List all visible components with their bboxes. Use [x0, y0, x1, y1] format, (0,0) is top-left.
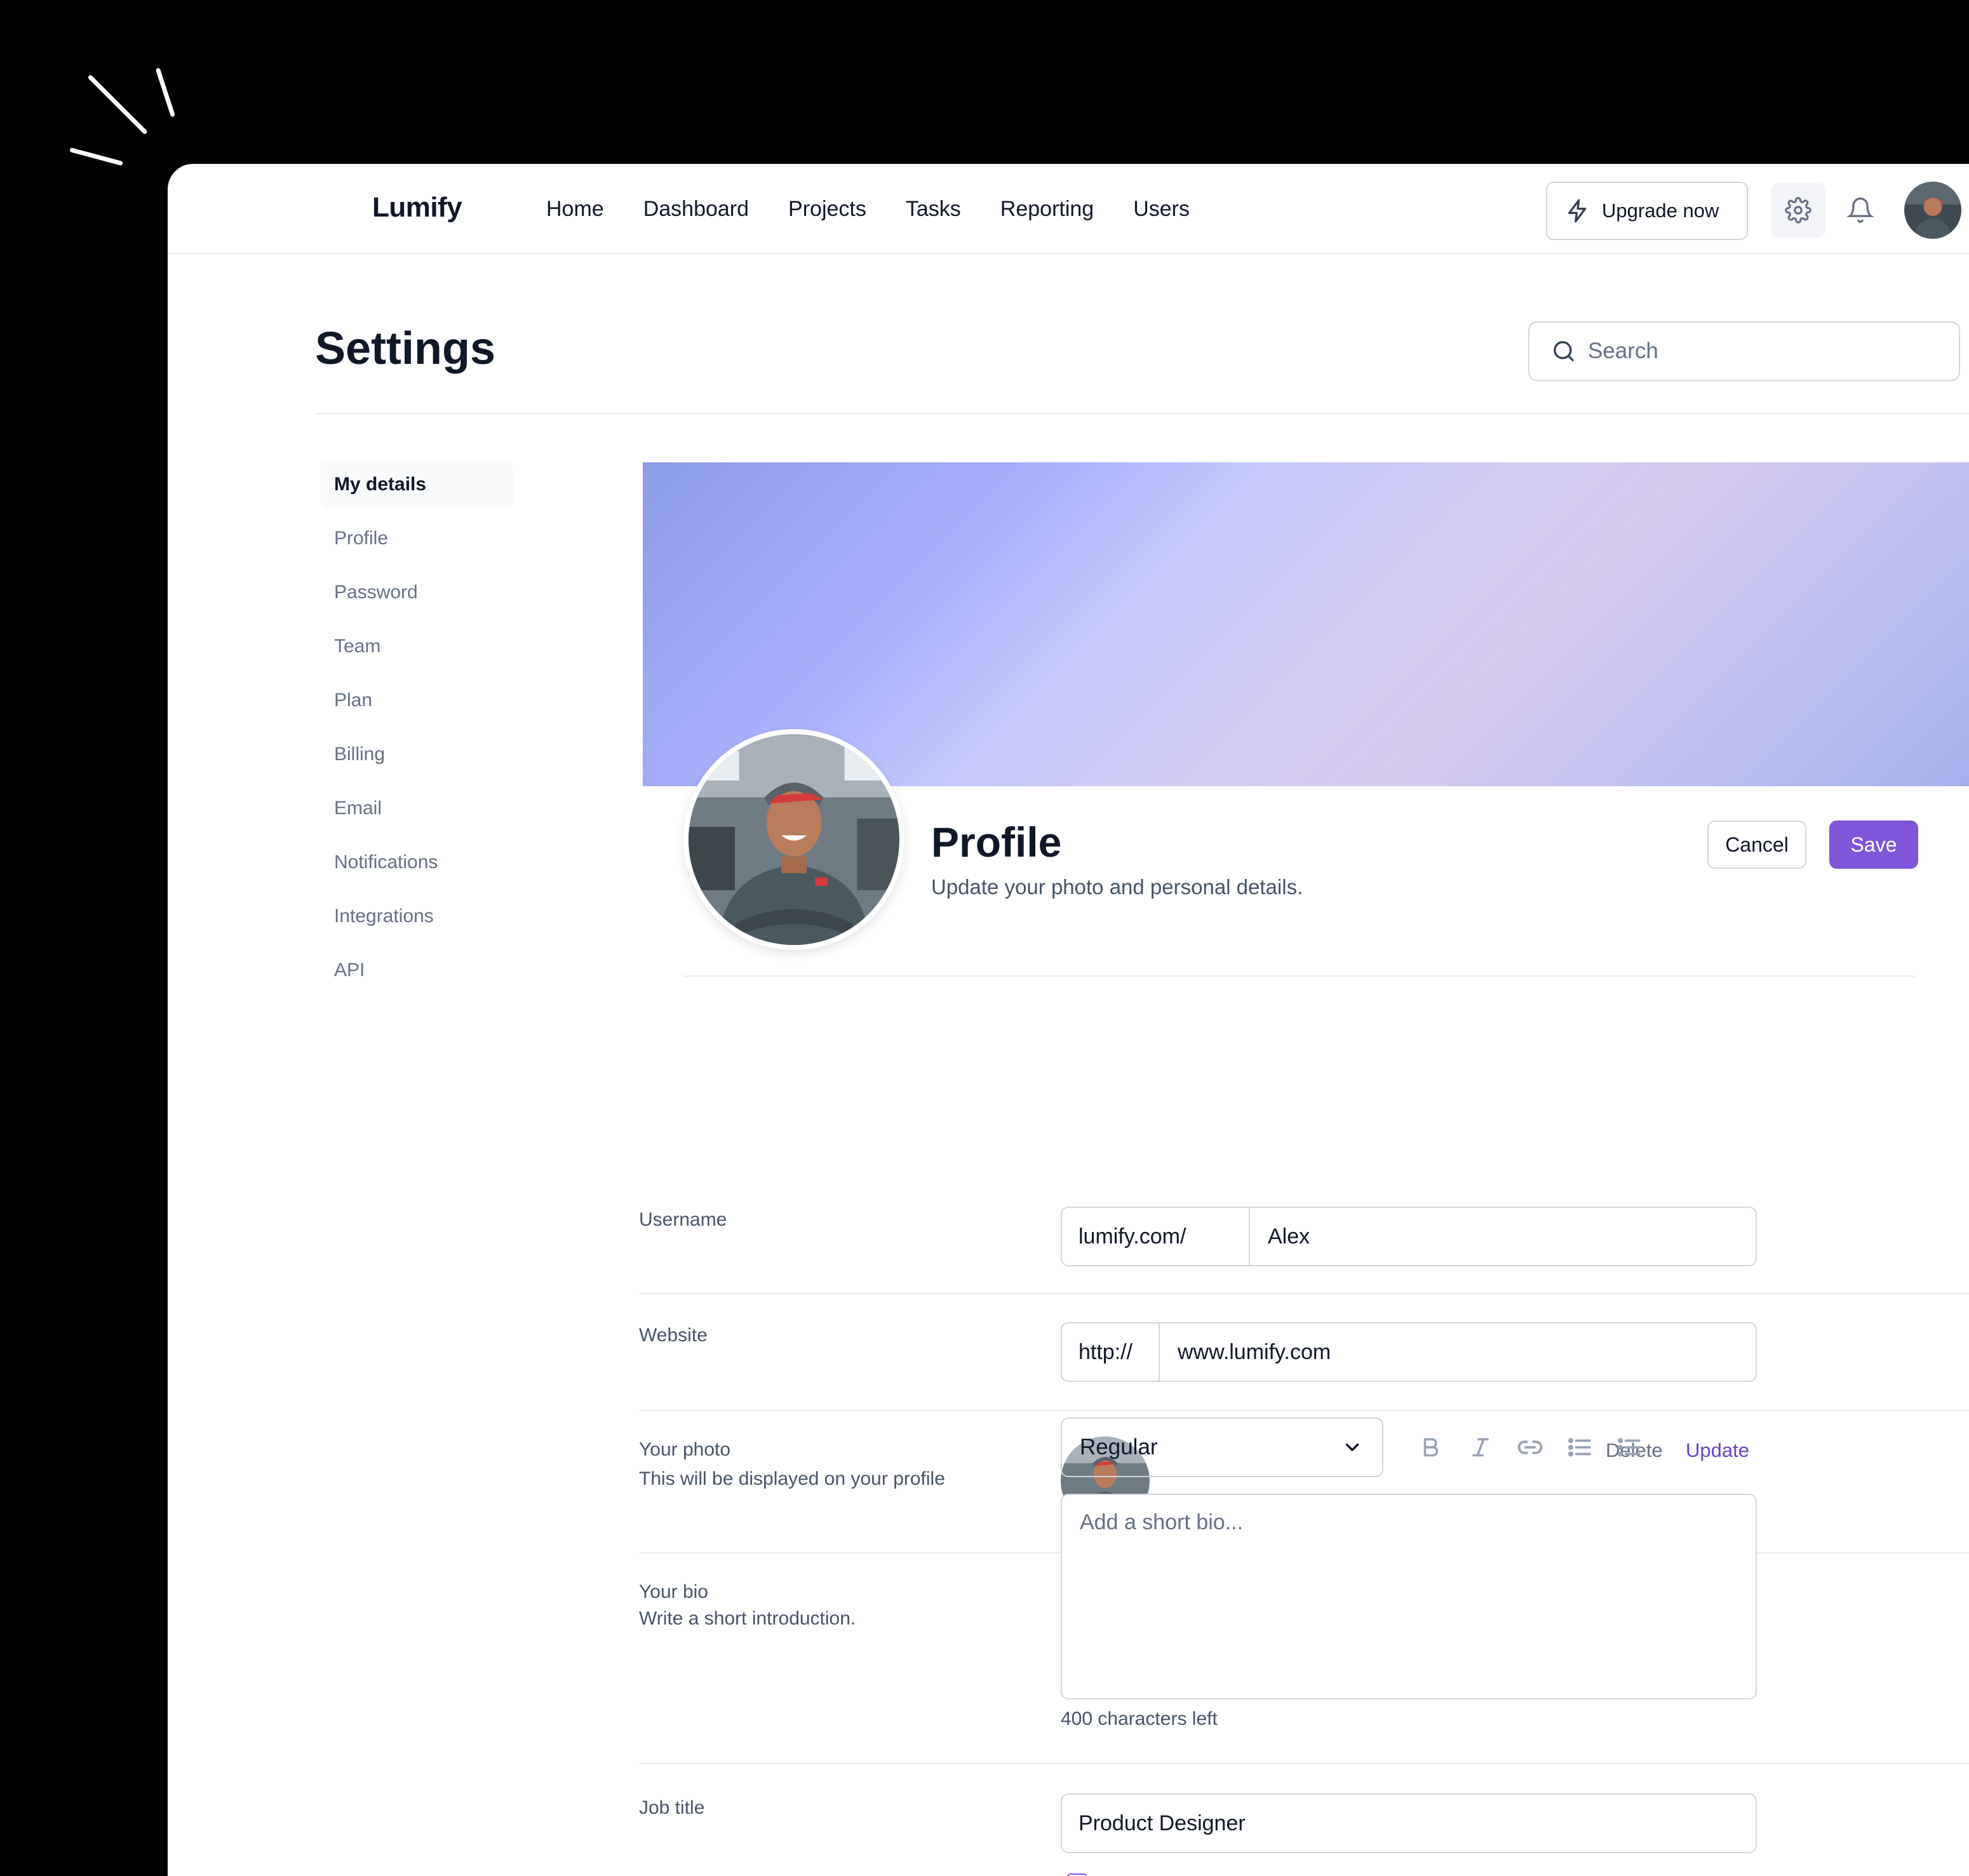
- decorative-spark: [87, 74, 148, 135]
- settings-button[interactable]: [1771, 183, 1825, 238]
- nav-item-reporting[interactable]: Reporting: [1000, 197, 1094, 222]
- app-logo[interactable]: Lumify: [372, 192, 462, 224]
- website-label: Website: [639, 1325, 708, 1346]
- profile-portrait-icon: [689, 734, 899, 945]
- save-button[interactable]: Save: [1829, 821, 1918, 869]
- profile-heading: Profile: [931, 819, 1062, 866]
- page-title: Settings: [315, 323, 496, 374]
- job-title-label: Job title: [639, 1797, 705, 1818]
- profile-cover-image: [643, 462, 1969, 786]
- job-title-field: [1061, 1793, 1757, 1853]
- bio-char-counter: 400 characters left: [1061, 1708, 1218, 1729]
- username-prefix: lumify.com/: [1062, 1208, 1250, 1265]
- sidebar-item-password[interactable]: Password: [320, 569, 513, 616]
- sidebar-item-my-details[interactable]: My details: [320, 461, 513, 508]
- job-title-input[interactable]: [1062, 1795, 1756, 1852]
- upgrade-label: Upgrade now: [1602, 199, 1719, 222]
- top-navigation-bar: Lumify Home Dashboard Projects Tasks Rep…: [168, 164, 1969, 254]
- profile-divider: [683, 975, 1916, 977]
- bio-label: Your bio: [639, 1581, 708, 1602]
- bio-textarea[interactable]: [1061, 1494, 1757, 1699]
- search-icon: [1554, 341, 1574, 361]
- numbered-list-button[interactable]: [1604, 1428, 1654, 1467]
- text-style-value: Regular: [1080, 1435, 1158, 1459]
- link-button[interactable]: [1505, 1428, 1555, 1467]
- bullet-list-icon: [1568, 1438, 1591, 1457]
- gear-icon: [1785, 197, 1811, 224]
- sidebar-item-notifications[interactable]: Notifications: [320, 839, 513, 886]
- app-window: Lumify Home Dashboard Projects Tasks Rep…: [168, 164, 1969, 1876]
- website-field: http://: [1061, 1322, 1757, 1382]
- link-icon: [1517, 1440, 1543, 1454]
- sidebar-item-billing[interactable]: Billing: [320, 731, 513, 778]
- cancel-button[interactable]: Cancel: [1707, 821, 1806, 869]
- profile-photo[interactable]: [683, 729, 904, 950]
- search-box[interactable]: [1528, 321, 1960, 381]
- avatar-portrait-icon: [1904, 182, 1961, 239]
- row-divider: [639, 1293, 1969, 1294]
- bio-format-toolbar: [1406, 1428, 1654, 1467]
- upgrade-button[interactable]: Upgrade now: [1546, 182, 1748, 240]
- numbered-list-icon: [1617, 1438, 1641, 1457]
- bell-icon: [1846, 198, 1874, 223]
- settings-sidebar: My details Profile Password Team Plan Bi…: [320, 461, 513, 1001]
- profile-subtitle: Update your photo and personal details.: [931, 875, 1303, 899]
- decorative-spark: [155, 67, 176, 117]
- photo-label: Your photo: [639, 1439, 731, 1460]
- nav-item-dashboard[interactable]: Dashboard: [643, 197, 749, 222]
- bio-hint: Write a short introduction.: [639, 1608, 856, 1629]
- username-field: lumify.com/: [1061, 1207, 1757, 1266]
- username-input[interactable]: [1250, 1208, 1756, 1265]
- photo-hint: This will be displayed on your profile: [639, 1468, 945, 1489]
- nav-item-users[interactable]: Users: [1133, 197, 1190, 222]
- sidebar-item-profile[interactable]: Profile: [320, 515, 513, 562]
- main-nav: Home Dashboard Projects Tasks Reporting …: [546, 197, 1229, 222]
- italic-button[interactable]: [1456, 1428, 1505, 1467]
- nav-item-home[interactable]: Home: [546, 197, 604, 222]
- website-input[interactable]: [1160, 1323, 1756, 1381]
- search-input[interactable]: [1588, 338, 1944, 364]
- notifications-button[interactable]: [1838, 188, 1883, 232]
- lightning-icon: [1568, 199, 1587, 223]
- bold-icon: [1423, 1438, 1439, 1457]
- bold-button[interactable]: [1406, 1428, 1456, 1467]
- sidebar-item-email[interactable]: Email: [320, 785, 513, 832]
- sidebar-item-plan[interactable]: Plan: [320, 677, 513, 724]
- decorative-spark: [69, 147, 123, 166]
- row-divider: [639, 1763, 1969, 1764]
- text-style-select[interactable]: Regular: [1061, 1417, 1383, 1477]
- sidebar-item-team[interactable]: Team: [320, 623, 513, 670]
- update-photo-link[interactable]: Update: [1686, 1439, 1749, 1462]
- user-avatar[interactable]: [1904, 182, 1961, 239]
- chevron-down-icon: [1345, 1444, 1359, 1451]
- italic-icon: [1472, 1438, 1489, 1457]
- checkbox[interactable]: [1067, 1873, 1087, 1876]
- header-divider: [315, 413, 1969, 414]
- photo-thumbnail: [1061, 1273, 1150, 1362]
- nav-item-tasks[interactable]: Tasks: [906, 197, 961, 222]
- sidebar-item-integrations[interactable]: Integrations: [320, 893, 513, 940]
- username-label: Username: [639, 1209, 727, 1230]
- bullet-list-button[interactable]: [1555, 1428, 1604, 1467]
- nav-item-projects[interactable]: Projects: [788, 197, 866, 222]
- sidebar-item-api[interactable]: API: [320, 947, 513, 994]
- row-divider: [639, 1410, 1969, 1411]
